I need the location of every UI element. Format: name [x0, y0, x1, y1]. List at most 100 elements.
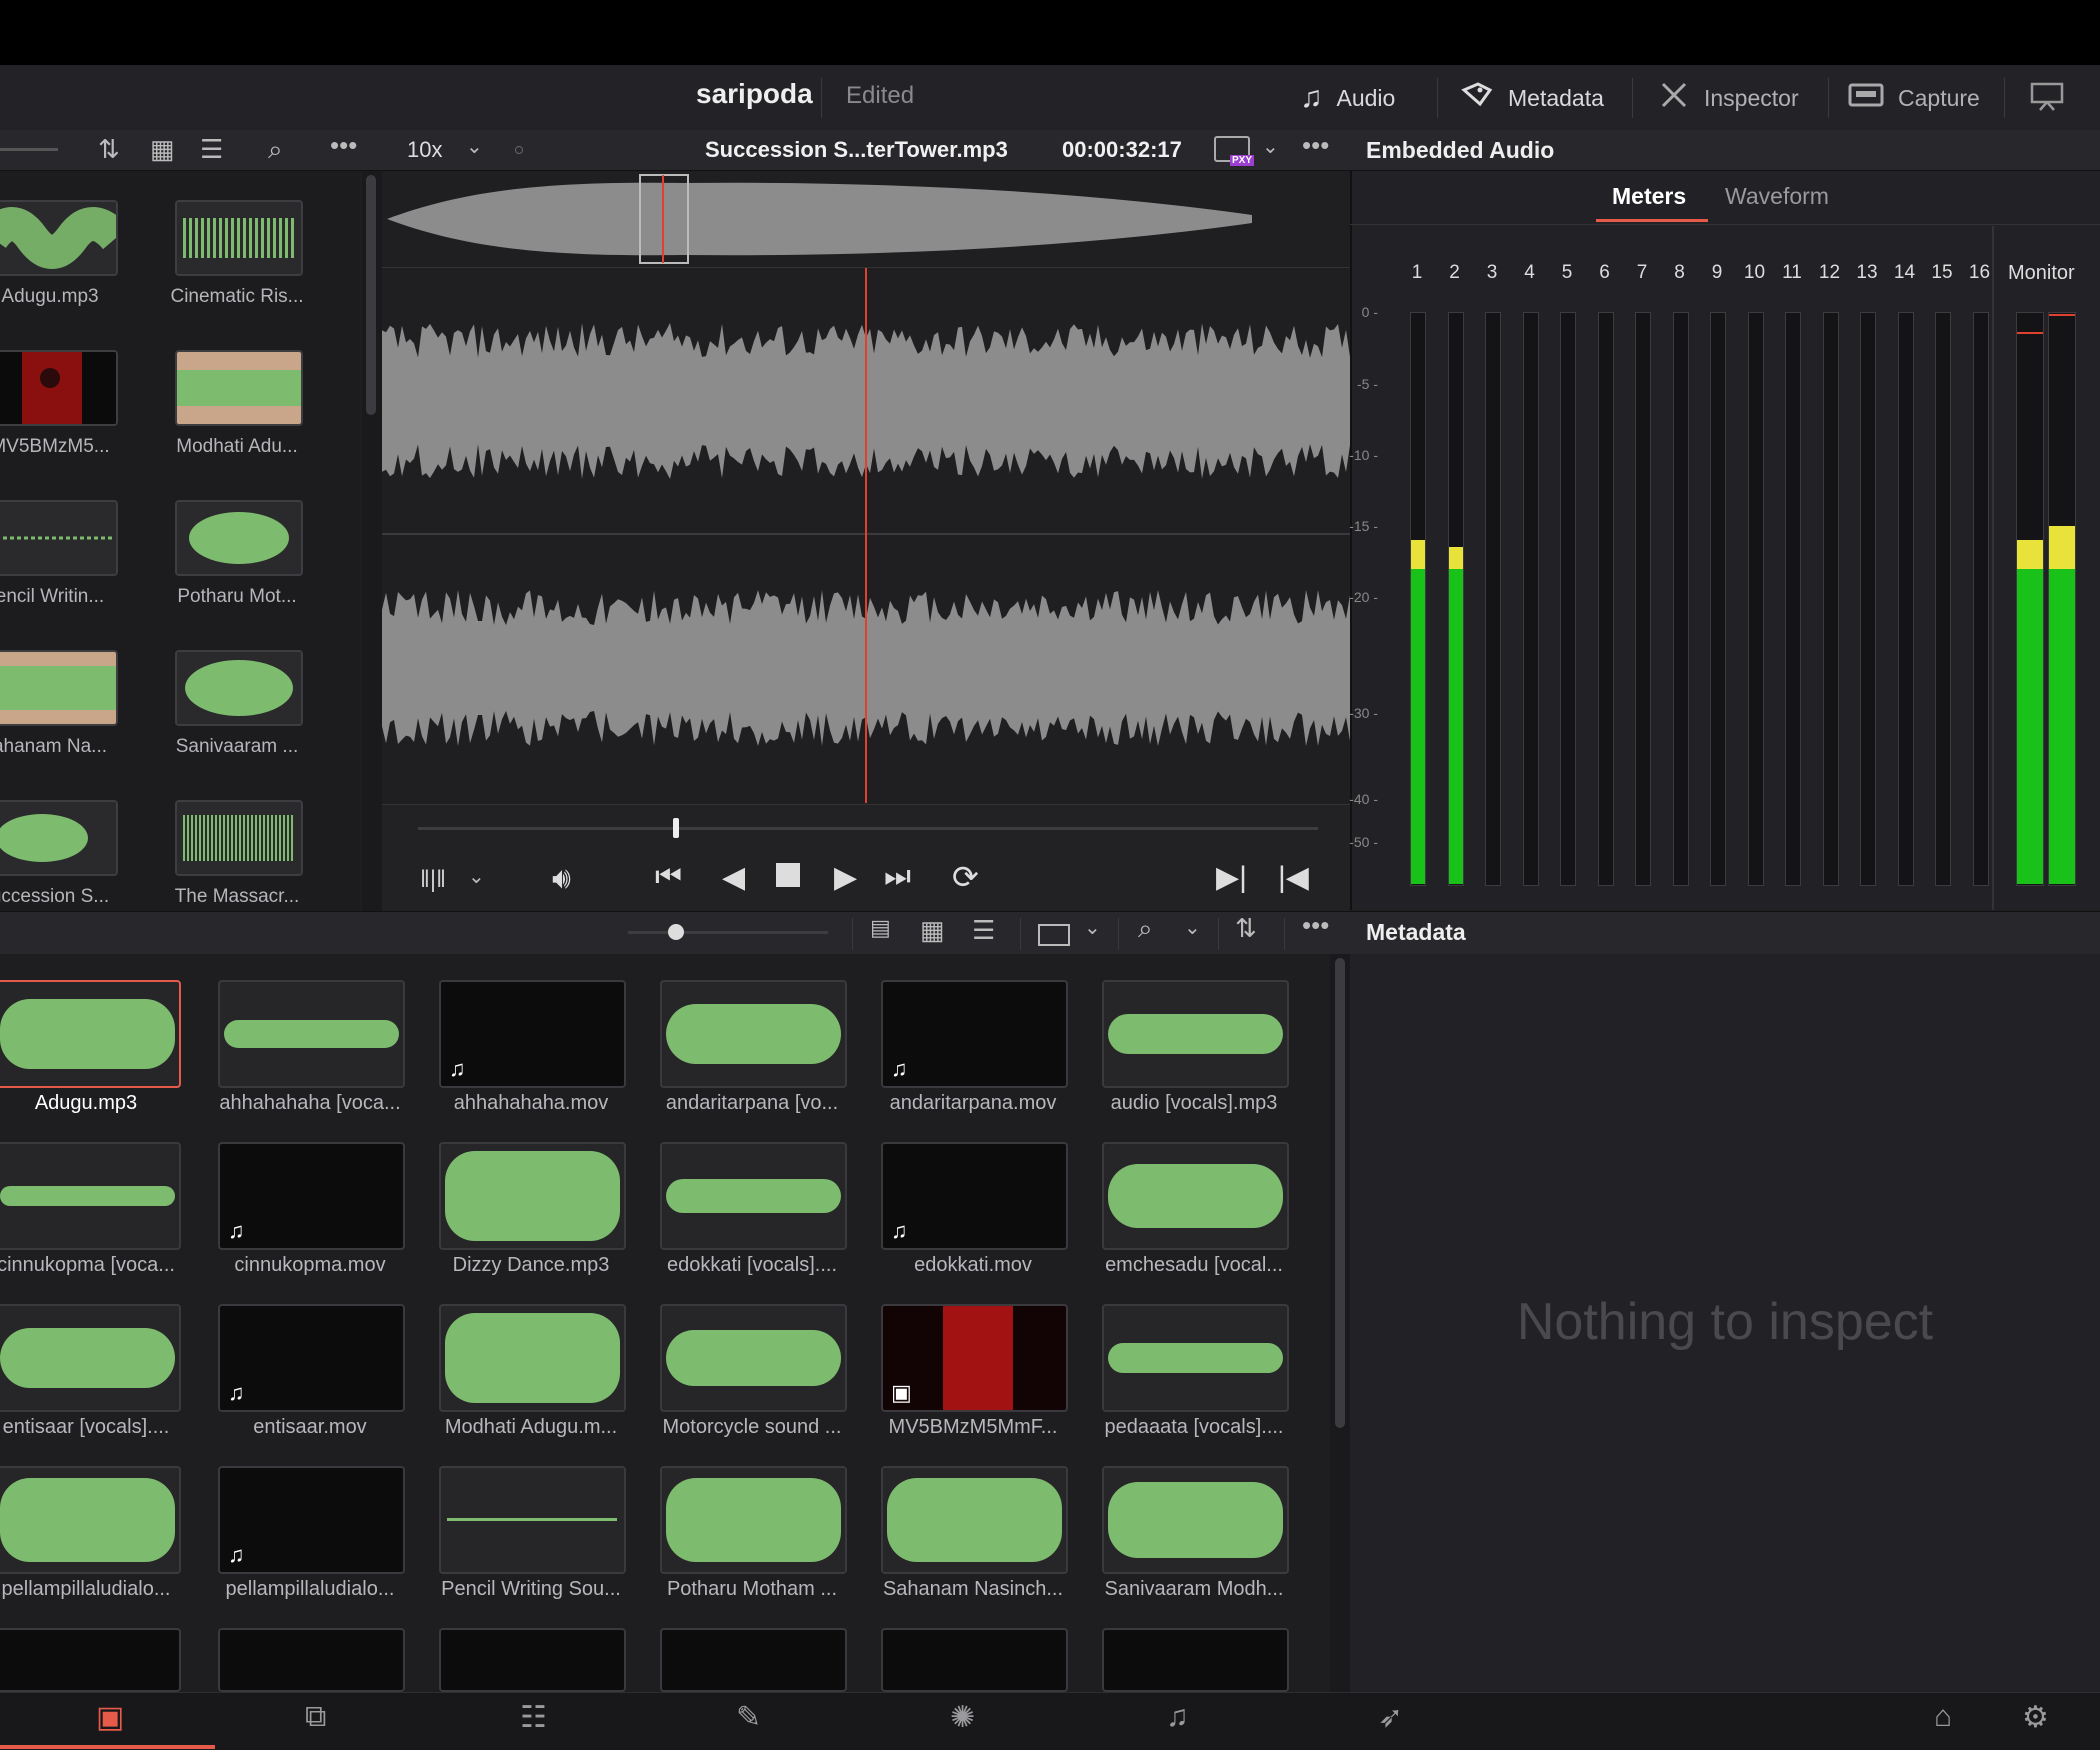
tab-waveform[interactable]: Waveform	[1725, 183, 1829, 210]
gear-icon[interactable]: ⚙︎	[2022, 1700, 2049, 1735]
sort-icon[interactable]: ⇅	[98, 134, 120, 165]
metadata-panel-button[interactable]: Metadata	[1460, 74, 1604, 122]
media-clip-thumbnail[interactable]	[1102, 1304, 1289, 1412]
media-clip-thumbnail[interactable]	[1102, 1628, 1289, 1692]
waveform-display[interactable]	[382, 268, 1350, 803]
cut-page-icon[interactable]: ⧉	[305, 1700, 326, 1734]
loop-icon[interactable]: ⟳	[952, 858, 979, 896]
media-clip-thumbnail[interactable]	[439, 1304, 626, 1412]
mark-in-icon[interactable]: ▶︎|	[1216, 860, 1247, 895]
media-clip-thumbnail[interactable]	[0, 1142, 181, 1250]
media-clip-thumbnail[interactable]	[0, 1304, 181, 1412]
list-view-icon[interactable]: ☰	[200, 134, 223, 165]
playhead-handle[interactable]	[673, 818, 679, 838]
timecode[interactable]: 00:00:32:17	[1062, 137, 1182, 163]
stop-icon[interactable]	[776, 863, 800, 887]
clip-thumbnail[interactable]	[175, 350, 303, 426]
media-clip-thumbnail[interactable]	[660, 980, 847, 1088]
media-clip-thumbnail[interactable]	[218, 980, 405, 1088]
home-icon[interactable]: ⌂	[1934, 1700, 1952, 1734]
chevron-down-icon[interactable]: ⌄	[466, 134, 483, 159]
scrollbar[interactable]	[362, 171, 382, 911]
chevron-down-icon[interactable]: ⌄	[1084, 915, 1101, 940]
clip-view-icon[interactable]	[1038, 924, 1070, 946]
inspector-panel-button[interactable]: Inspector	[1658, 74, 1799, 122]
sort-icon[interactable]: ⇅	[1235, 913, 1257, 944]
grid-view-icon[interactable]: ▦	[920, 915, 945, 946]
step-back-icon[interactable]: ◀︎	[722, 860, 745, 895]
edit-page-icon[interactable]: ☷	[520, 1700, 547, 1735]
media-clip-thumbnail[interactable]	[881, 1466, 1068, 1574]
mark-out-icon[interactable]: |◀︎	[1278, 860, 1309, 895]
media-clip-thumbnail[interactable]	[660, 1304, 847, 1412]
media-clip-thumbnail[interactable]: ♫	[881, 1142, 1068, 1250]
clip-thumbnail[interactable]	[0, 200, 118, 276]
slider-track[interactable]	[0, 148, 58, 151]
clip-thumbnail[interactable]	[0, 800, 118, 876]
media-clip-thumbnail[interactable]	[439, 1142, 626, 1250]
channel-meter	[1747, 312, 1764, 886]
audio-panel-button[interactable]: ♫ Audio	[1300, 74, 1395, 122]
clip-thumbnail[interactable]	[175, 800, 303, 876]
media-page-icon[interactable]: ▣	[96, 1700, 124, 1735]
waveform-preview	[1108, 1014, 1283, 1054]
media-clip-thumbnail[interactable]	[660, 1142, 847, 1250]
audio-waveform-icon[interactable]: ‖|‖	[420, 866, 446, 894]
scrubber-track[interactable]	[418, 827, 1318, 830]
media-clip-thumbnail[interactable]	[0, 1628, 181, 1692]
search-icon[interactable]: ⌕	[1138, 913, 1153, 945]
capture-panel-button[interactable]: Capture	[1848, 74, 1980, 122]
overview-waveform[interactable]	[382, 171, 1350, 268]
clip-thumbnail[interactable]	[0, 650, 118, 726]
clip-thumbnail[interactable]	[175, 500, 303, 576]
more-options-icon[interactable]: •••	[1302, 130, 1329, 161]
media-clip-thumbnail[interactable]	[1102, 1466, 1289, 1574]
scrollbar[interactable]	[1330, 954, 1350, 1692]
media-clip-thumbnail[interactable]: ♫	[218, 1304, 405, 1412]
tab-meters[interactable]: Meters	[1612, 183, 1686, 210]
chevron-down-icon[interactable]: ⌄	[1262, 134, 1279, 159]
slider-handle[interactable]	[668, 924, 684, 940]
chevron-down-icon[interactable]: ⌄	[468, 864, 485, 889]
clip-thumbnail[interactable]	[0, 500, 118, 576]
clip-thumbnail[interactable]	[0, 350, 118, 426]
chevron-down-icon[interactable]: ⌄	[1184, 915, 1201, 940]
media-clip-thumbnail[interactable]	[0, 1466, 181, 1574]
media-clip-thumbnail[interactable]	[1102, 1142, 1289, 1250]
media-clip-thumbnail[interactable]: ▣	[881, 1304, 1068, 1412]
color-page-icon[interactable]: ✺	[950, 1700, 975, 1735]
grid-view-icon[interactable]: ▦	[150, 134, 175, 165]
media-clip-thumbnail[interactable]	[660, 1466, 847, 1574]
go-to-start-icon[interactable]: ⏮︎	[655, 860, 682, 894]
media-clip-thumbnail[interactable]	[1102, 980, 1289, 1088]
search-icon[interactable]: ⌕	[268, 134, 283, 166]
zoom-level[interactable]: 10x	[407, 137, 442, 163]
more-options-icon[interactable]: •••	[1302, 910, 1329, 941]
go-to-end-icon[interactable]: ⏭︎	[884, 860, 911, 894]
play-icon[interactable]: ▶︎	[834, 860, 857, 895]
metadata-view-icon[interactable]: ▤	[870, 915, 891, 941]
clip-thumbnail[interactable]	[175, 650, 303, 726]
waveform-preview	[445, 1313, 620, 1403]
proxy-icon[interactable]: PXY	[1214, 136, 1254, 166]
media-clip-thumbnail[interactable]	[0, 980, 181, 1088]
list-view-icon[interactable]: ☰	[972, 915, 995, 946]
media-clip-thumbnail[interactable]	[660, 1628, 847, 1692]
waveform-preview	[1108, 1343, 1283, 1373]
media-clip-thumbnail[interactable]	[218, 1628, 405, 1692]
media-clip-thumbnail[interactable]	[439, 1628, 626, 1692]
media-clip-thumbnail[interactable]	[881, 1628, 1068, 1692]
media-clip-thumbnail[interactable]: ♫	[218, 1142, 405, 1250]
deliver-page-icon[interactable]: ➶	[1378, 1700, 1403, 1735]
clip-thumbnail[interactable]	[175, 200, 303, 276]
media-clip-thumbnail[interactable]: ♫	[218, 1466, 405, 1574]
thumbnail-size-slider[interactable]	[628, 931, 828, 934]
media-clip-thumbnail[interactable]: ♫	[881, 980, 1068, 1088]
speaker-icon[interactable]: 🔊︎	[552, 862, 571, 896]
more-options-icon[interactable]: •••	[330, 130, 357, 161]
fairlight-page-icon[interactable]: ♫	[1166, 1700, 1189, 1734]
media-clip-thumbnail[interactable]: ♫	[439, 980, 626, 1088]
fusion-page-icon[interactable]: ✎	[736, 1700, 761, 1735]
display-icon[interactable]	[2030, 82, 2064, 117]
media-clip-thumbnail[interactable]	[439, 1466, 626, 1574]
